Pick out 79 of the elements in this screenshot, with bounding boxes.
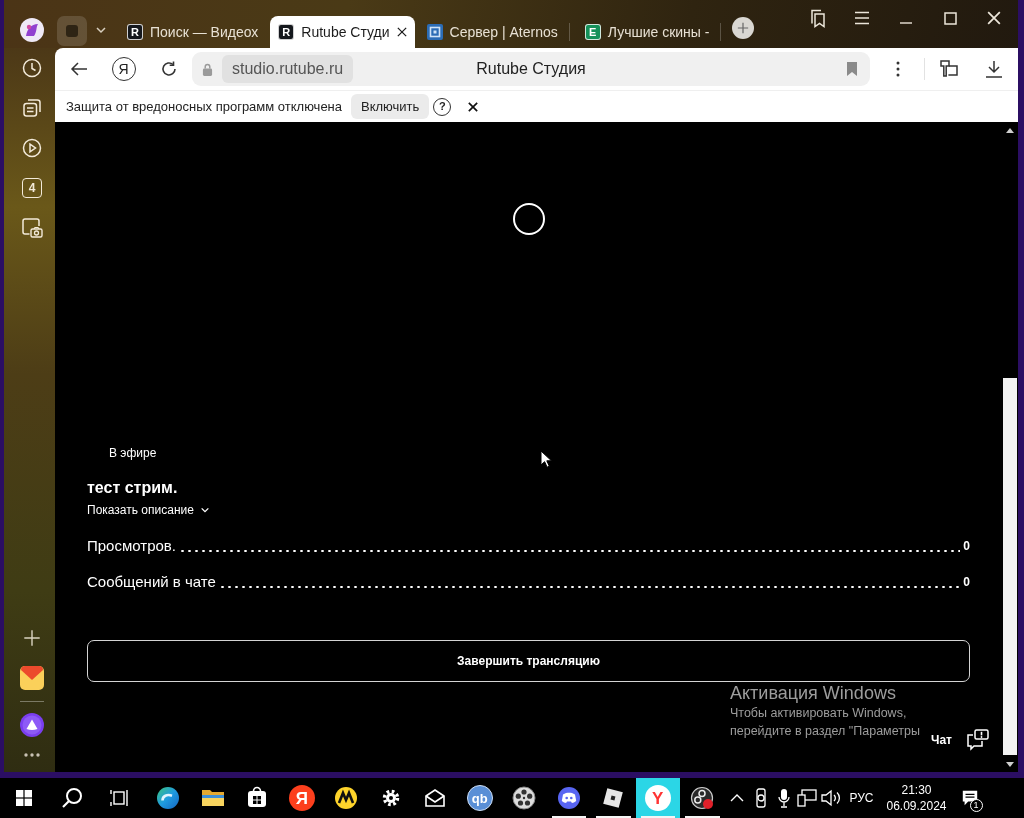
- record-icon: [690, 786, 715, 810]
- clock-date[interactable]: 06.09.2024: [886, 798, 947, 814]
- browser-tab[interactable]: R Rutube Студи: [270, 16, 415, 48]
- plus-icon[interactable]: [23, 629, 41, 647]
- keyboard-language[interactable]: РУС: [844, 778, 879, 818]
- show-description-button[interactable]: Показать описание: [87, 501, 210, 519]
- scroll-down-icon[interactable]: [1006, 761, 1014, 767]
- square-icon: [65, 24, 79, 38]
- scroll-up-icon[interactable]: [1006, 127, 1014, 133]
- clock-icon[interactable]: [22, 58, 42, 78]
- envelope-icon: [423, 786, 448, 810]
- notification-count: 1: [969, 799, 983, 812]
- new-tab-button[interactable]: [732, 17, 755, 39]
- play-icon[interactable]: [22, 138, 42, 158]
- stat-label: Просмотров.: [87, 536, 176, 556]
- activation-title: Активация Windows: [730, 682, 897, 704]
- back-arrow-icon[interactable]: [69, 61, 88, 77]
- clock-time[interactable]: 21:30: [901, 782, 932, 798]
- avatar-icon[interactable]: [20, 18, 44, 42]
- end-stream-button[interactable]: Завершить трансляцию: [87, 640, 970, 682]
- close-icon[interactable]: [396, 27, 407, 37]
- network-icon[interactable]: [796, 789, 817, 807]
- more-icon[interactable]: [24, 753, 40, 757]
- favicon: R: [278, 24, 295, 40]
- panel-icon[interactable]: [938, 58, 961, 80]
- live-status: В эфире: [109, 445, 157, 462]
- film-reel-icon: [512, 786, 537, 810]
- favicon: R: [127, 24, 143, 40]
- chat-button[interactable]: Чат: [931, 728, 990, 752]
- browser-icon: [156, 786, 181, 810]
- maximize-icon[interactable]: [943, 11, 957, 25]
- favicon: E: [584, 24, 601, 40]
- activation-text: перейдите в раздел "Параметры: [730, 723, 920, 740]
- plus-icon: [737, 22, 750, 34]
- browser-tab[interactable]: R Поиск — Видеох: [119, 16, 267, 48]
- tabs-icon[interactable]: [22, 98, 42, 118]
- menu-icon[interactable]: [854, 11, 870, 25]
- infobar-message: Защита от вредоносных программ отключена: [66, 97, 343, 116]
- notifications-icon[interactable]: [960, 789, 979, 807]
- activation-text: Чтобы активировать Windows,: [730, 705, 908, 722]
- taskbar-button[interactable]: Я: [279, 778, 324, 818]
- volume-icon[interactable]: [820, 789, 843, 807]
- scrollbar-thumb[interactable]: [1003, 378, 1017, 755]
- more-options-icon[interactable]: [895, 61, 900, 77]
- letter-logo: Я: [288, 785, 315, 811]
- mouse-cursor-icon: [540, 450, 552, 468]
- mail-icon[interactable]: [20, 666, 44, 690]
- assistant-icon[interactable]: [20, 713, 44, 737]
- stat-label: Сообщений в чате: [87, 572, 216, 592]
- url-chip[interactable]: studio.rutube.ru: [222, 55, 354, 83]
- bookmarks-icon[interactable]: [809, 8, 827, 28]
- chevron-down-icon[interactable]: [95, 24, 107, 36]
- stat-value: 0: [963, 538, 970, 555]
- microphone-icon[interactable]: [777, 788, 790, 808]
- search-icon[interactable]: [61, 787, 83, 809]
- chat-icon: [966, 729, 990, 751]
- game-controller-icon: [556, 786, 581, 810]
- stat-value: 0: [963, 574, 970, 591]
- taskbar-button[interactable]: Y: [635, 778, 680, 818]
- reload-icon[interactable]: [159, 60, 178, 78]
- start-icon[interactable]: [16, 790, 32, 806]
- bookmark-icon[interactable]: [846, 61, 858, 77]
- chevron-up-icon[interactable]: [729, 794, 744, 802]
- enable-button[interactable]: Включить: [351, 93, 430, 120]
- stream-title: тест стрим.: [87, 478, 178, 498]
- browser-tab[interactable]: E Лучшие скины -: [576, 16, 718, 48]
- loading-spinner-icon: [511, 202, 546, 236]
- close-icon[interactable]: [468, 101, 479, 112]
- tab-counter-button[interactable]: 4: [22, 178, 42, 198]
- zigzag-logo-icon: [334, 786, 359, 810]
- download-icon[interactable]: [985, 60, 1004, 78]
- address-bar[interactable]: studio.rutube.ru Rutube Студия: [192, 52, 870, 86]
- screenshot-icon[interactable]: [21, 217, 43, 239]
- task-view-icon[interactable]: [110, 789, 130, 807]
- device-icon[interactable]: [753, 788, 768, 808]
- browser-tab[interactable]: Сервер | Aternos: [418, 16, 566, 48]
- page-title: Rutube Студия: [476, 59, 586, 79]
- letter-logo: qb: [466, 785, 493, 811]
- letter-logo: Y: [644, 785, 671, 811]
